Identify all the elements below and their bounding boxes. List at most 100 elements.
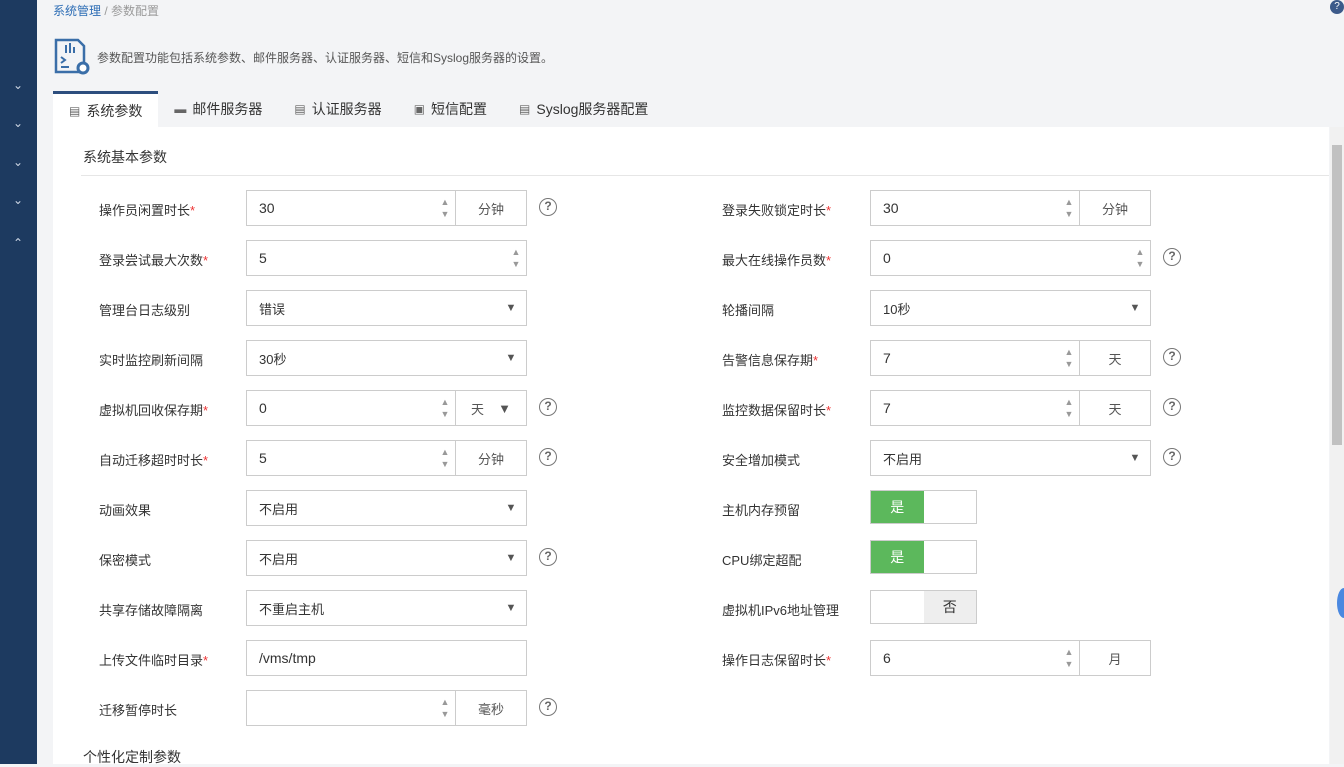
spinner-arrows-icon[interactable]: ▲ ▼ — [1059, 341, 1079, 375]
toggle-on: 是 — [871, 491, 924, 523]
unit-label: 毫秒 — [477, 701, 504, 717]
field-label: 监控数据保留时长* — [722, 403, 832, 418]
number-input[interactable]: ▲ ▼ 毫秒 — [246, 690, 527, 726]
form-row: 告警信息保存期* 7 ▲ ▼ 天? — [53, 340, 1329, 376]
mail-server-icon: ▬ — [174, 102, 187, 116]
chevron-down-icon[interactable]: ⌄ — [8, 155, 28, 169]
system-params-panel: 系统基本参数 个性化定制参数 操作员闲置时长* 30 ▲ ▼ 分钟? 登录尝试最大次数* 5… — [53, 127, 1329, 765]
tab-label: 短信配置 — [431, 101, 488, 117]
tab-system-params[interactable]: ▤ 系统参数 — [53, 91, 159, 127]
section-title-custom: 个性化定制参数 — [83, 749, 181, 765]
toggle-switch[interactable]: 否 — [870, 590, 977, 624]
chevron-up-icon[interactable]: ⌃ — [8, 236, 28, 250]
field-label: 迁移暂停时长 — [99, 703, 178, 718]
chevron-down-icon[interactable]: ⌄ — [8, 193, 28, 207]
divider — [81, 175, 1329, 176]
chevron-down-icon[interactable]: ⌄ — [8, 78, 28, 92]
toggle-blank — [871, 591, 924, 623]
number-input[interactable]: 7 ▲ ▼ 天 — [870, 390, 1151, 426]
caret-down-icon: ▼ — [1129, 452, 1141, 464]
required-marker: * — [813, 353, 819, 368]
number-input[interactable]: 6 ▲ ▼ 月 — [870, 640, 1151, 676]
breadcrumb-parent[interactable]: 系统管理 — [53, 4, 101, 18]
spinner-arrows-icon[interactable]: ▲ ▼ — [435, 691, 455, 725]
unit-addon: 天 — [1079, 341, 1150, 375]
sidebar: ⌄ ⌄ ⌄ ⌄ ⌃ — [0, 0, 37, 764]
form-row: 主机内存预留 是 — [53, 490, 1329, 526]
field-value: 30 — [883, 200, 899, 216]
field-value: 6 — [883, 650, 891, 666]
auth-server-icon: ▤ — [294, 102, 306, 116]
required-marker: * — [826, 403, 832, 418]
tab-label: Syslog服务器配置 — [536, 101, 649, 117]
chevron-down-icon[interactable]: ⌄ — [8, 116, 28, 130]
form-row: 操作日志保留时长* 6 ▲ ▼ 月 — [53, 640, 1329, 676]
syslog-icon: ▤ — [519, 102, 531, 116]
toggle-switch[interactable]: 是 — [870, 540, 977, 574]
help-icon[interactable]: ? — [1163, 248, 1181, 266]
number-input[interactable]: 0 ▲ ▼ — [870, 240, 1151, 276]
toggle-switch[interactable]: 是 — [870, 490, 977, 524]
breadcrumb-separator: / — [104, 4, 108, 18]
select-field[interactable]: 10秒 ▼ — [870, 290, 1151, 326]
section-title-basic: 系统基本参数 — [83, 149, 167, 165]
tab-auth-server[interactable]: ▤ 认证服务器 — [278, 91, 397, 127]
toggle-on: 是 — [871, 541, 924, 573]
required-marker: * — [826, 653, 832, 668]
parameter-config-icon — [54, 38, 90, 75]
unit-label: 天 — [1108, 351, 1122, 367]
field-label: 最大在线操作员数* — [722, 253, 832, 268]
field-value: 0 — [883, 250, 891, 266]
field-label: 安全增加模式 — [722, 453, 801, 468]
field-value: 不启用 — [883, 451, 923, 467]
help-icon[interactable]: ? — [1163, 348, 1181, 366]
field-value: 7 — [883, 400, 891, 416]
unit-addon: 天 — [1079, 391, 1150, 425]
spinner-arrows-icon[interactable]: ▲ ▼ — [1130, 241, 1150, 275]
required-marker: * — [826, 253, 832, 268]
scrollbar-thumb[interactable] — [1332, 145, 1342, 445]
form-row: 监控数据保留时长* 7 ▲ ▼ 天? — [53, 390, 1329, 426]
form-row: 轮播间隔 10秒 ▼ — [53, 290, 1329, 326]
unit-label: 分钟 — [1101, 201, 1128, 217]
breadcrumb: 系统管理 / 参数配置 — [53, 2, 159, 19]
unit-addon: 月 — [1079, 641, 1150, 675]
tab-sms-config[interactable]: ▣ 短信配置 — [398, 91, 503, 127]
tab-label: 认证服务器 — [311, 101, 382, 117]
field-label: 登录失败锁定时长* — [722, 203, 832, 218]
help-icon[interactable]: ? — [1163, 398, 1181, 416]
tab-syslog-config[interactable]: ▤ Syslog服务器配置 — [503, 91, 664, 127]
form-row: 登录失败锁定时长* 30 ▲ ▼ 分钟 — [53, 190, 1329, 226]
field-label: 告警信息保存期* — [722, 353, 819, 368]
form-row: 最大在线操作员数* 0 ▲ ▼? — [53, 240, 1329, 276]
help-icon[interactable]: ? — [1330, 0, 1344, 14]
help-icon[interactable]: ? — [539, 698, 557, 716]
tab-bar: ▤ 系统参数 ▬ 邮件服务器 ▤ 认证服务器 ▣ 短信配置 ▤ Syslog服务器配置 — [53, 91, 664, 127]
tab-label: 邮件服务器 — [192, 101, 263, 117]
unit-addon: 毫秒 — [455, 691, 526, 725]
spinner-arrows-icon[interactable]: ▲ ▼ — [1059, 641, 1079, 675]
unit-label: 天 — [1108, 401, 1122, 417]
number-input[interactable]: 7 ▲ ▼ 天 — [870, 340, 1151, 376]
form-row: CPU绑定超配 是 — [53, 540, 1329, 576]
form-row: 迁移暂停时长 ▲ ▼ 毫秒? — [53, 690, 1329, 726]
help-icon[interactable]: ? — [1163, 448, 1181, 466]
caret-down-icon: ▼ — [1129, 302, 1141, 314]
field-label: CPU绑定超配 — [722, 553, 802, 568]
spinner-arrows-icon[interactable]: ▲ ▼ — [1059, 391, 1079, 425]
floating-help-button[interactable] — [1337, 588, 1344, 618]
sms-icon: ▣ — [413, 102, 426, 116]
form-row: 虚拟机IPv6地址管理 否 — [53, 590, 1329, 626]
spinner-arrows-icon[interactable]: ▲ ▼ — [1059, 191, 1079, 225]
unit-addon: 分钟 — [1079, 191, 1150, 225]
field-value: 7 — [883, 350, 891, 366]
page-description: 参数配置功能包括系统参数、邮件服务器、认证服务器、短信和Syslog服务器的设置… — [97, 51, 554, 65]
toggle-off: 否 — [923, 591, 976, 623]
select-field[interactable]: 不启用 ▼ — [870, 440, 1151, 476]
field-label: 主机内存预留 — [722, 503, 801, 518]
field-label: 操作日志保留时长* — [722, 653, 832, 668]
number-input[interactable]: 30 ▲ ▼ 分钟 — [870, 190, 1151, 226]
tab-mail-server[interactable]: ▬ 邮件服务器 — [158, 91, 278, 127]
form-row: 安全增加模式 不启用 ▼? — [53, 440, 1329, 476]
scrollbar[interactable] — [1330, 127, 1344, 764]
